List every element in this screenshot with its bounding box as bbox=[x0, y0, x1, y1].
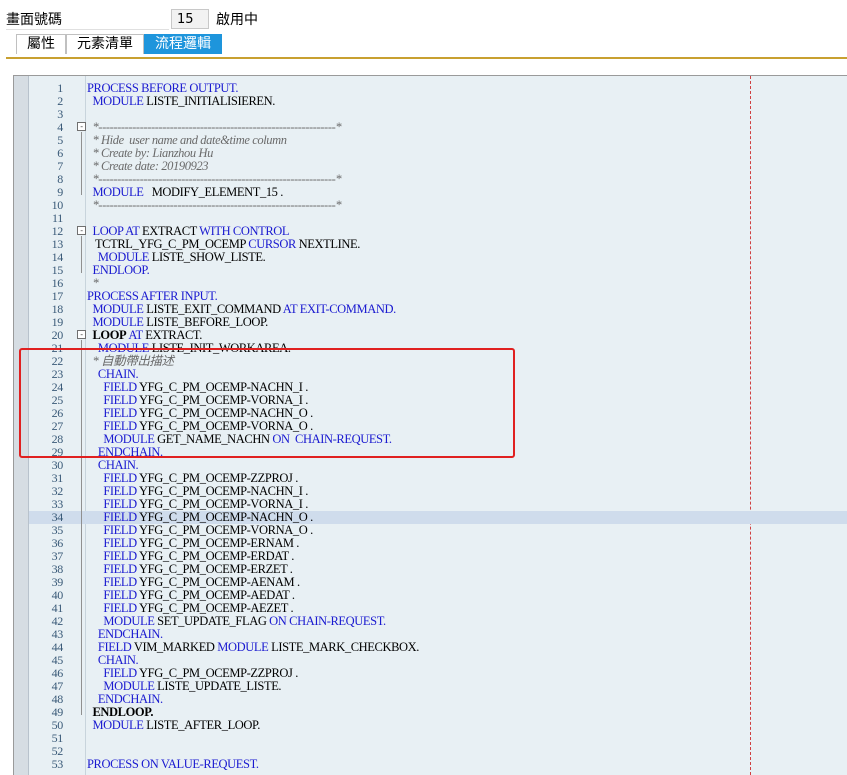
code-lines[interactable]: 1 PROCESS BEFORE OUTPUT. 2 MODULE LISTE_IN… bbox=[29, 76, 847, 775]
code-line[interactable]: 51 bbox=[29, 732, 847, 745]
fold-toggle-icon[interactable]: - bbox=[77, 122, 86, 131]
fold-guide bbox=[81, 132, 82, 195]
code-line[interactable]: 14 MODULE LISTE_SHOW_LISTE. bbox=[29, 251, 847, 264]
fold-toggle-icon[interactable]: - bbox=[77, 226, 86, 235]
screen-header: 畫面號碼 15 啟用中 bbox=[0, 0, 847, 34]
tab-attributes[interactable]: 屬性 bbox=[16, 34, 66, 54]
line-number: 53 bbox=[51, 757, 64, 771]
code-text: MODULE LISTE_AFTER_LOOP. bbox=[92, 718, 260, 732]
tab-strip: 屬性 元素清單 流程邏輯 bbox=[16, 34, 222, 54]
code-line[interactable]: 10 *------------------------------------… bbox=[29, 199, 847, 212]
screen-number-label: 畫面號碼 bbox=[6, 12, 62, 28]
code-text: *---------------------------------------… bbox=[87, 198, 342, 212]
fold-guide bbox=[81, 236, 82, 273]
code-text: MODULE LISTE_INITIALISIEREN. bbox=[92, 94, 275, 108]
code-line[interactable]: 50 MODULE LISTE_AFTER_LOOP. bbox=[29, 719, 847, 732]
tab-element-list[interactable]: 元素清單 bbox=[66, 34, 144, 54]
code-line[interactable]: 2 MODULE LISTE_INITIALISIEREN. bbox=[29, 95, 847, 108]
code-line[interactable]: 29 ENDCHAIN. bbox=[29, 446, 847, 459]
code-line[interactable]: 44 FIELD VIM_MARKED MODULE LISTE_MARK_CH… bbox=[29, 641, 847, 654]
editor-gutter bbox=[14, 76, 29, 775]
code-line[interactable]: 22 * 自動帶出描述 bbox=[29, 355, 847, 368]
code-text: PROCESS ON VALUE-REQUEST. bbox=[87, 757, 259, 771]
status-label: 啟用中 bbox=[216, 12, 258, 28]
code-line[interactable]: 53 PROCESS ON VALUE-REQUEST. bbox=[29, 758, 847, 771]
fold-toggle-icon[interactable]: - bbox=[77, 330, 86, 339]
code-editor[interactable]: 1 PROCESS BEFORE OUTPUT. 2 MODULE LISTE_IN… bbox=[13, 75, 847, 775]
code-line[interactable]: 15 ENDLOOP. bbox=[29, 264, 847, 277]
tab-divider bbox=[6, 57, 847, 59]
tab-flow-logic[interactable]: 流程邏輯 bbox=[144, 34, 222, 54]
screen-number-field[interactable]: 15 bbox=[171, 9, 209, 29]
fold-guide bbox=[81, 340, 82, 715]
label-underline bbox=[6, 29, 169, 30]
